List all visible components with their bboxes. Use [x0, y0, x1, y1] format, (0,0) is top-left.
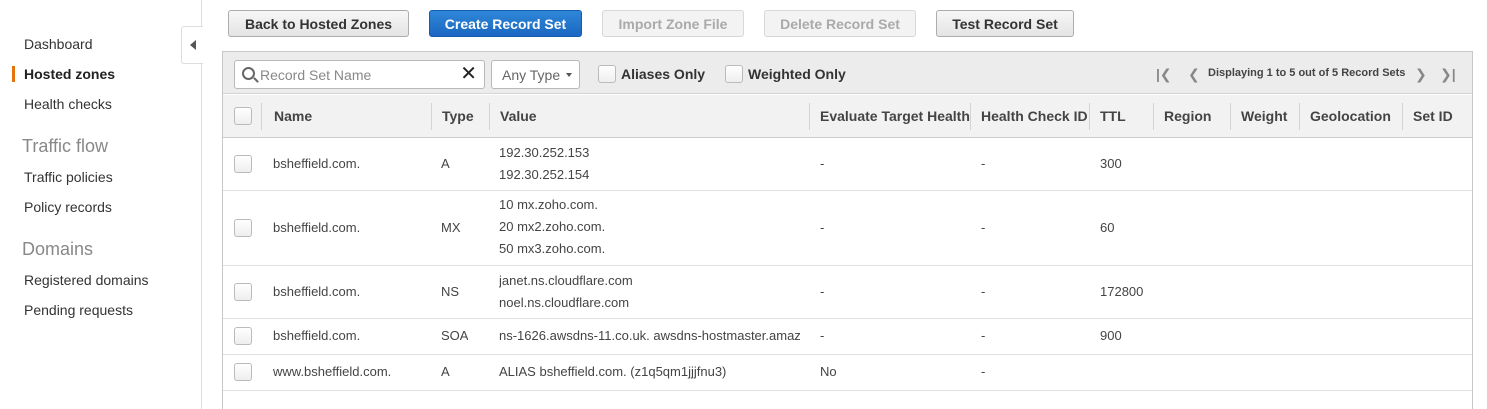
weighted-only-checkbox[interactable]: [725, 65, 743, 83]
chevron-left-icon: [189, 40, 196, 50]
record-type: A: [441, 156, 450, 171]
column-divider: [1230, 103, 1231, 130]
table-row[interactable]: bsheffield.com. MX 10 mx.zoho.com. 20 mx2…: [223, 191, 1472, 266]
table-row[interactable]: bsheffield.com. SOA ns-1626.awsdns-11.co…: [223, 319, 1472, 355]
column-divider: [489, 103, 490, 130]
chevron-down-icon: [566, 73, 572, 77]
column-header-name[interactable]: Name: [274, 108, 312, 124]
test-record-set-button[interactable]: Test Record Set: [936, 10, 1074, 37]
record-type: MX: [441, 220, 461, 235]
active-indicator: [12, 66, 15, 82]
next-page-icon[interactable]: ❯: [1415, 66, 1427, 83]
sidebar-item-pending-requests[interactable]: Pending requests: [24, 302, 133, 318]
type-select-value: Any Type: [502, 66, 561, 83]
row-checkbox[interactable]: [234, 219, 252, 237]
record-type: A: [441, 364, 450, 379]
record-name: bsheffield.com.: [273, 328, 361, 343]
record-value: 192.30.252.153 192.30.252.154: [499, 145, 590, 182]
column-header-evaluate-target-health[interactable]: Evaluate Target Health: [820, 108, 970, 124]
sidebar-item-policy-records[interactable]: Policy records: [24, 199, 112, 215]
select-all-checkbox[interactable]: [234, 107, 252, 125]
column-divider: [1402, 103, 1403, 130]
search-icon: [242, 67, 255, 80]
record-value: janet.ns.cloudflare.com noel.ns.cloudflar…: [499, 273, 633, 310]
row-checkbox[interactable]: [234, 155, 252, 173]
health-check-id: -: [981, 328, 986, 343]
record-name: bsheffield.com.: [273, 284, 361, 299]
record-name: www.bsheffield.com.: [273, 364, 392, 379]
column-header-ttl[interactable]: TTL: [1100, 108, 1126, 124]
health-check-id: -: [981, 220, 986, 235]
record-value: ns-1626.awsdns-11.co.uk. awsdns-hostmast…: [499, 328, 800, 343]
weighted-only-label: Weighted Only: [748, 66, 846, 82]
column-divider: [1153, 103, 1154, 130]
column-header-health-check-id[interactable]: Health Check ID: [981, 108, 1088, 124]
table-row[interactable]: bsheffield.com. A 192.30.252.153 192.30.2…: [223, 138, 1472, 191]
collapse-sidebar-button[interactable]: [181, 26, 203, 64]
sidebar: Dashboard Hosted zones Health checks Tra…: [0, 0, 202, 409]
column-header-set-id[interactable]: Set ID: [1413, 108, 1453, 124]
table-row[interactable]: bsheffield.com. NS janet.ns.cloudflare.c…: [223, 266, 1472, 319]
column-divider: [970, 103, 971, 130]
evaluate-target-health: -: [820, 156, 825, 171]
evaluate-target-health: -: [820, 328, 825, 343]
aliases-only-checkbox[interactable]: [598, 65, 616, 83]
aliases-only-label: Aliases Only: [621, 66, 706, 82]
column-header-value[interactable]: Value: [500, 108, 537, 124]
table-header: Name Type Value Evaluate Target Health H…: [223, 95, 1472, 138]
record-value: ALIAS bsheffield.com. (z1q5qm1jjjfnu3): [499, 364, 727, 379]
row-checkbox[interactable]: [234, 363, 252, 381]
sidebar-item-traffic-policies[interactable]: Traffic policies: [24, 169, 113, 185]
first-page-icon[interactable]: |❮: [1156, 66, 1172, 83]
column-header-geolocation[interactable]: Geolocation: [1310, 108, 1391, 124]
previous-page-icon[interactable]: ❮: [1188, 66, 1200, 83]
sidebar-item-health-checks[interactable]: Health checks: [24, 96, 112, 112]
column-divider: [261, 103, 262, 130]
sidebar-item-hosted-zones[interactable]: Hosted zones: [24, 66, 115, 82]
health-check-id: -: [981, 284, 986, 299]
ttl: 60: [1100, 220, 1115, 235]
create-record-set-button[interactable]: Create Record Set: [429, 10, 582, 37]
import-zone-file-button[interactable]: Import Zone File: [602, 10, 744, 37]
table-row[interactable]: www.bsheffield.com. A ALIAS bsheffield.c…: [223, 355, 1472, 391]
health-check-id: -: [981, 364, 986, 379]
record-value: 10 mx.zoho.com. 20 mx2.zoho.com. 50 mx3.zo…: [499, 197, 606, 256]
ttl: 172800: [1100, 284, 1144, 299]
row-checkbox[interactable]: [234, 327, 252, 345]
sidebar-item-dashboard[interactable]: Dashboard: [24, 36, 93, 52]
column-divider: [809, 103, 810, 130]
row-checkbox[interactable]: [234, 283, 252, 301]
column-divider: [1089, 103, 1090, 130]
type-select[interactable]: Any Type: [491, 60, 580, 89]
evaluate-target-health: -: [820, 284, 825, 299]
search-box[interactable]: ✕: [234, 60, 485, 89]
record-type: SOA: [441, 328, 469, 343]
filter-bar: ✕ Any Type Aliases Only Weighted Only |❮…: [223, 52, 1472, 94]
close-icon[interactable]: ✕: [460, 64, 477, 84]
evaluate-target-health: -: [820, 220, 825, 235]
column-header-weight[interactable]: Weight: [1241, 108, 1287, 124]
record-name: bsheffield.com.: [273, 220, 361, 235]
column-header-type[interactable]: Type: [442, 108, 474, 124]
section-heading-domains: Domains: [22, 239, 94, 259]
back-to-hosted-zones-button[interactable]: Back to Hosted Zones: [228, 10, 409, 37]
ttl: 300: [1100, 156, 1122, 171]
section-heading-traffic-flow: Traffic flow: [22, 136, 109, 156]
column-divider: [431, 103, 432, 130]
search-input[interactable]: [260, 64, 455, 85]
sidebar-item-registered-domains[interactable]: Registered domains: [24, 272, 149, 288]
ttl: 900: [1100, 328, 1122, 343]
record-sets-panel: ✕ Any Type Aliases Only Weighted Only |❮…: [222, 51, 1473, 409]
column-header-region[interactable]: Region: [1164, 108, 1211, 124]
evaluate-target-health: No: [820, 364, 837, 379]
health-check-id: -: [981, 156, 986, 171]
record-name: bsheffield.com.: [273, 156, 361, 171]
delete-record-set-button[interactable]: Delete Record Set: [764, 10, 916, 37]
last-page-icon[interactable]: ❯|: [1440, 66, 1456, 83]
record-type: NS: [441, 284, 460, 299]
column-divider: [1299, 103, 1300, 130]
pagination-status: Displaying 1 to 5 out of 5 Record Sets: [1208, 67, 1406, 79]
